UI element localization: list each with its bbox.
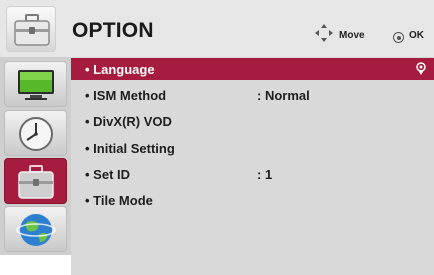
sidebar-item-option[interactable] [4,158,67,204]
option-list: • Language • ISM Method : Normal • DivX(… [71,57,434,275]
menu-item-value: : Normal [257,88,310,103]
move-arrows-icon [315,24,333,42]
tv-picture-icon [18,70,54,100]
menu-item-label: • ISM Method [85,88,167,103]
ok-button-icon [393,32,404,43]
menu-item-label: • Initial Setting [85,141,175,156]
menu-item-tile-mode[interactable]: • Tile Mode [71,189,434,211]
option-menu: OPTION Move OK • Language • ISM Method:… [0,0,434,275]
sidebar-item-picture[interactable] [4,61,67,107]
menu-item-label: • Set ID [85,167,131,182]
location-pin-icon [416,62,426,75]
hint-ok-label: OK [409,30,424,41]
sidebar-item-network[interactable] [4,206,67,252]
menu-header: OPTION Move OK [0,0,434,57]
menu-item-value: : 1 [257,167,273,182]
menu-item-label: • DivX(R) VOD [85,114,172,129]
category-sidebar [0,57,71,255]
menu-item-initial-setting[interactable]: • Initial Setting [71,137,434,159]
menu-item-divx-vod[interactable]: • DivX(R) VOD [71,110,434,132]
sidebar-item-time[interactable] [4,110,67,156]
menu-item-ism-method[interactable]: • ISM Method : Normal [71,84,434,106]
hint-move-label: Move [339,30,365,41]
menu-item-label: • Tile Mode [85,193,153,208]
toolbox-icon [18,165,54,199]
menu-item-label: • Language [85,62,155,77]
menu-item-language[interactable]: • Language [71,58,434,80]
page-title: OPTION [72,19,154,42]
sidebar-bottom-space [0,255,71,275]
clock-icon [19,117,53,151]
globe-icon [16,214,56,246]
menu-item-set-id[interactable]: • Set ID : 1 [71,163,434,185]
toolbox-icon [6,6,56,52]
